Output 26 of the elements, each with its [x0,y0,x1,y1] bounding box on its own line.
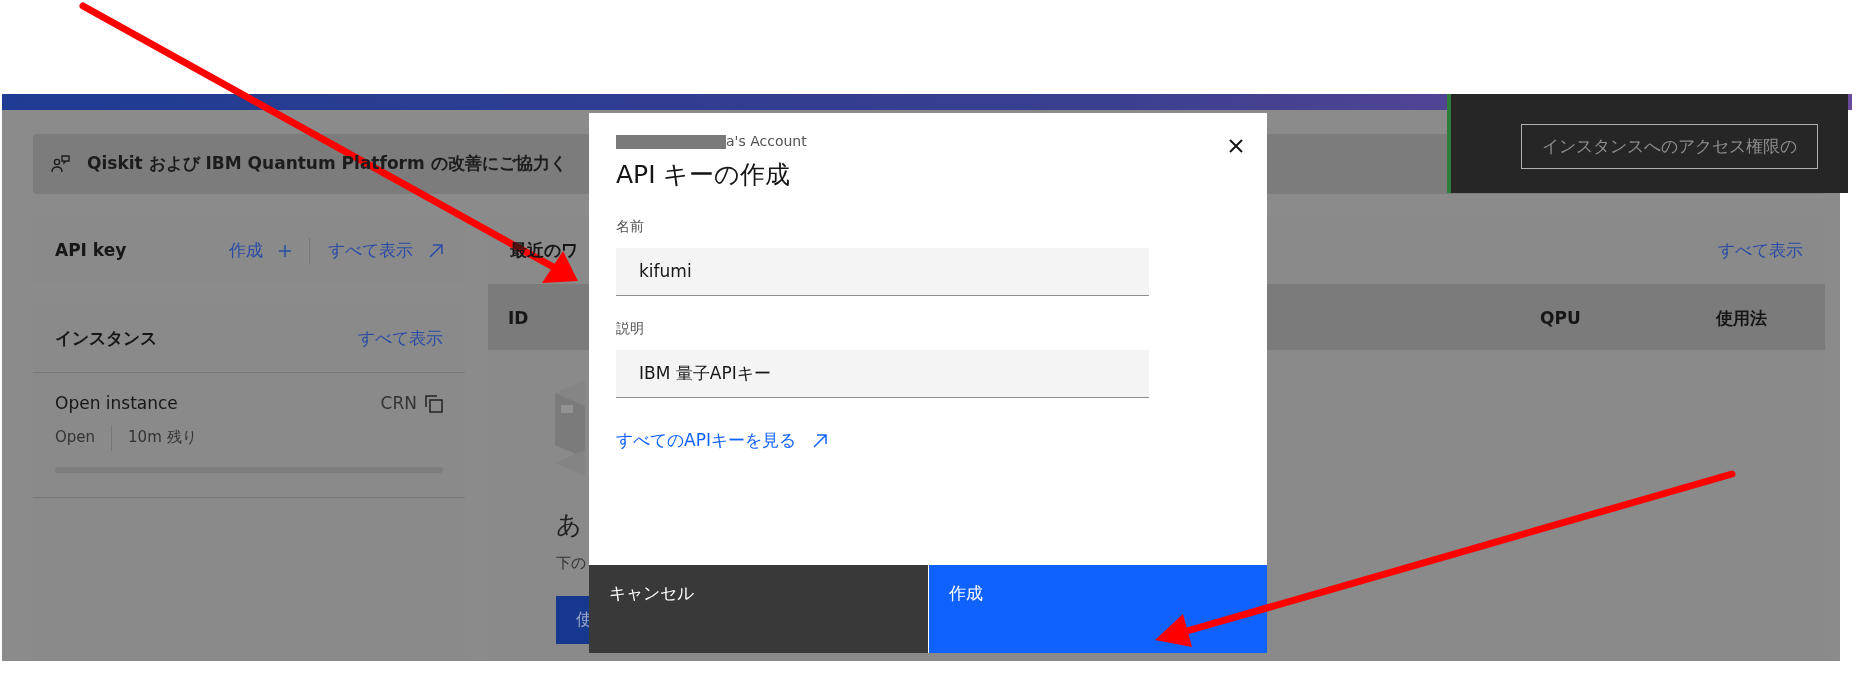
external-link-icon [813,433,828,448]
instance-name[interactable]: Open instance [55,391,178,417]
plus-icon [279,244,291,257]
time-remaining: 10m 残り [128,427,197,449]
column-header: ID [508,307,529,330]
modal-title: API キーの作成 [616,159,792,191]
empty-state-heading: あ [556,509,583,541]
field-label: 説明 [616,318,645,338]
cancel-button[interactable]: キャンセル [589,565,928,653]
view-keys-link[interactable]: すべてのAPIキーを見る [616,427,828,453]
account-label: a's Account [726,132,807,151]
field-label: 名前 [616,216,645,236]
column-header: 使用法 [1716,307,1767,330]
card-title: インスタンス [55,327,157,351]
input-field[interactable]: IBM 量子APIキー [616,349,1149,398]
person-chat-icon [51,155,71,173]
card-title: API key [55,238,127,262]
external-link-icon [429,243,443,258]
empty-state-text: 下の [556,552,587,574]
crn-label: CRN [380,392,417,415]
column-header: QPU [1540,307,1581,330]
create-button[interactable]: 作成 [928,565,1267,653]
access-button[interactable]: インスタンスへのアクセス権限の [1521,124,1818,169]
copy-icon[interactable] [425,394,443,413]
input-field[interactable]: kifumi [616,247,1149,296]
plan-label: Open [55,427,96,449]
